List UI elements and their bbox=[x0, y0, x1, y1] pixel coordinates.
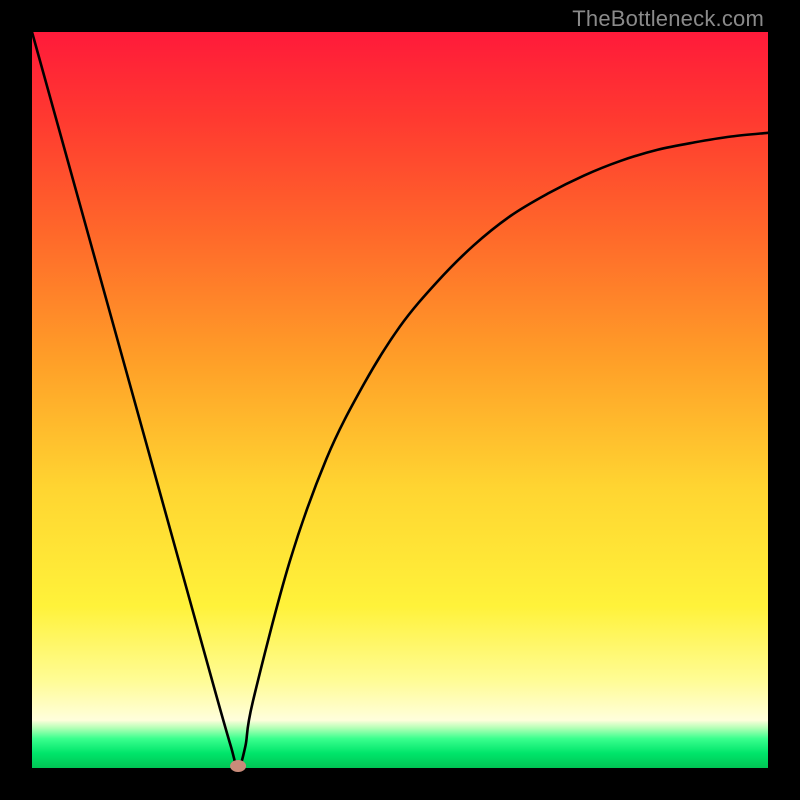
bottleneck-curve bbox=[32, 32, 768, 768]
chart-frame: TheBottleneck.com bbox=[0, 0, 800, 800]
watermark-text: TheBottleneck.com bbox=[572, 6, 764, 32]
plot-area bbox=[32, 32, 768, 768]
curve-path bbox=[32, 32, 768, 768]
minimum-marker bbox=[230, 760, 246, 772]
